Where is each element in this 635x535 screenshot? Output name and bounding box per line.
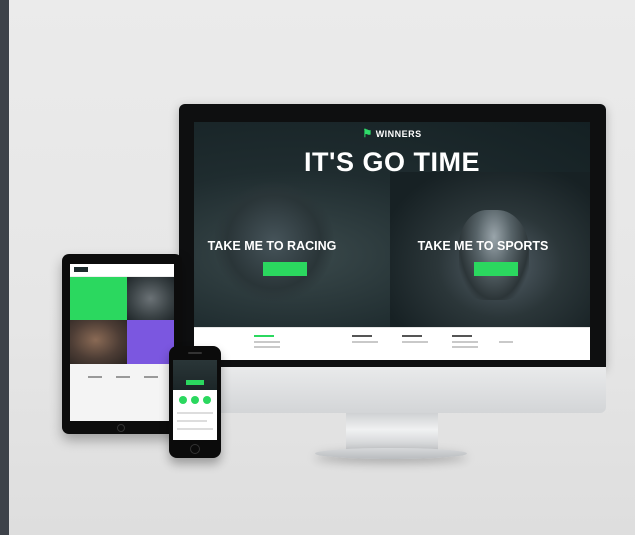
phone-stat-circle — [179, 396, 187, 404]
tablet-purple-panel — [127, 320, 174, 364]
footer-column — [452, 335, 478, 351]
desktop-monitor: ⚑ WINNERS IT'S GO TIME TAKE ME TO RACING … — [179, 104, 606, 367]
desktop-screen: ⚑ WINNERS IT'S GO TIME TAKE ME TO RACING … — [194, 122, 590, 360]
flag-icon: ⚑ — [362, 128, 373, 140]
phone-speaker — [188, 352, 202, 354]
tablet-screen — [70, 264, 174, 421]
brand-name: WINNERS — [375, 129, 422, 139]
brand-logo: ⚑ WINNERS — [194, 127, 590, 140]
phone-stat-circle — [203, 396, 211, 404]
phone-home-button — [190, 444, 200, 454]
tablet-home-button — [117, 424, 125, 432]
sports-heading: TAKE ME TO SPORTS — [417, 239, 549, 253]
tablet-green-panel — [70, 277, 127, 320]
monitor-stand — [346, 413, 438, 450]
footer-divider — [194, 327, 590, 328]
site-footer — [194, 327, 590, 360]
tablet-device — [62, 254, 182, 434]
footer-column — [352, 335, 378, 346]
phone-screen — [173, 360, 217, 440]
phone-stat-circle — [191, 396, 199, 404]
football-player-figure — [459, 210, 529, 300]
tablet-fans-photo — [70, 320, 127, 364]
tablet-logo — [74, 267, 88, 272]
tablet-sports-photo — [127, 277, 174, 320]
racing-heading: TAKE ME TO RACING — [207, 239, 337, 253]
hero-headline: IT'S GO TIME — [304, 147, 480, 177]
phone-cta-button — [186, 380, 204, 385]
phone-device — [169, 346, 221, 458]
racing-button[interactable] — [263, 262, 307, 276]
footer-column — [254, 335, 280, 351]
mockup-stage: ⚑ WINNERS IT'S GO TIME TAKE ME TO RACING … — [9, 0, 635, 535]
sports-button[interactable] — [474, 262, 518, 276]
hero-banner: ⚑ WINNERS IT'S GO TIME TAKE ME TO RACING … — [194, 122, 590, 327]
tablet-bottom-section — [70, 364, 174, 421]
footer-column — [499, 341, 513, 346]
tablet-nav-bar — [70, 264, 174, 277]
monitor-chin — [179, 367, 606, 413]
monitor-base — [315, 448, 467, 459]
phone-hero — [173, 360, 217, 390]
footer-column — [402, 335, 428, 346]
